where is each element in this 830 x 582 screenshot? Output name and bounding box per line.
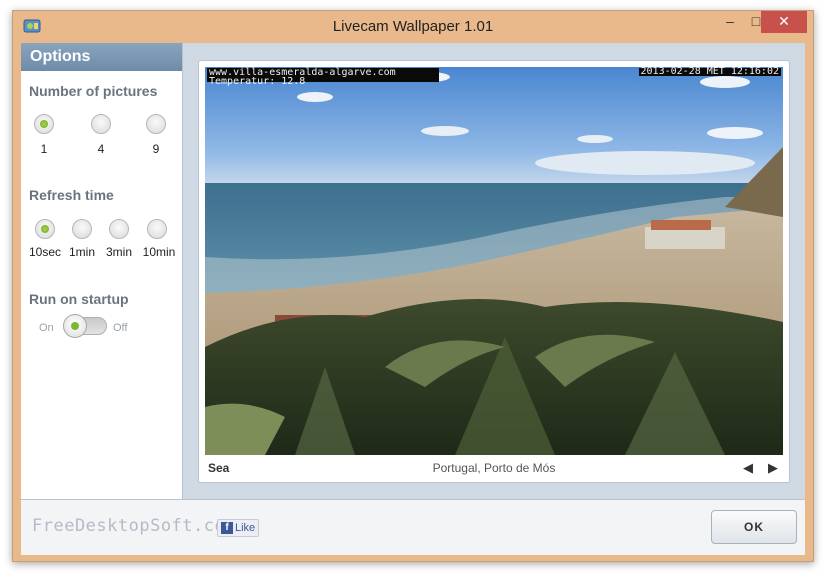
radio-pictures-1[interactable] — [34, 114, 54, 134]
radio-refresh-10sec[interactable] — [35, 219, 55, 239]
webcam-image: www.villa-esmeralda-algarve.com Temperat… — [205, 67, 783, 455]
facebook-like-button[interactable]: f Like — [217, 519, 259, 537]
client-area: Options Number of pictures 1 4 9 Refresh… — [21, 43, 805, 555]
overlay-info: www.villa-esmeralda-algarve.com Temperat… — [207, 68, 439, 87]
radio-pictures-9[interactable] — [146, 114, 166, 134]
startup-toggle[interactable] — [63, 314, 107, 338]
beach-scene — [205, 67, 783, 455]
window-title: Livecam Wallpaper 1.01 — [332, 18, 494, 35]
title-bar[interactable]: Livecam Wallpaper 1.01 – □ ✕ — [13, 11, 813, 43]
minimize-button[interactable]: – — [717, 11, 743, 33]
radio-pictures-4[interactable] — [91, 114, 111, 134]
pictures-title: Number of pictures — [29, 83, 158, 99]
brand-link[interactable]: FreeDesktopSoft.com — [32, 516, 236, 536]
overlay-datetime: 2013-02-28 MET 12:16:02 — [638, 67, 781, 77]
camera-location: Portugal, Porto de Mós — [432, 461, 556, 475]
radio-refresh-1min[interactable] — [72, 219, 92, 239]
ok-button[interactable]: OK — [711, 510, 797, 544]
radio-label: 4 — [97, 142, 105, 156]
options-header: Options — [21, 43, 182, 71]
prev-camera-icon[interactable]: ◀ — [743, 460, 753, 476]
next-camera-icon[interactable]: ▶ — [768, 460, 778, 476]
radio-refresh-10min[interactable] — [147, 219, 167, 239]
bottom-bar: FreeDesktopSoft.com f Like OK — [21, 499, 805, 555]
toggle-on-label: On — [39, 322, 54, 334]
radio-label: 1 — [40, 142, 48, 156]
radio-label: 9 — [152, 142, 160, 156]
close-button[interactable]: ✕ — [761, 11, 807, 33]
toggle-knob[interactable] — [63, 314, 87, 338]
radio-label: 10min — [142, 245, 176, 259]
app-window: Livecam Wallpaper 1.01 – □ ✕ Options Num… — [12, 10, 814, 562]
radio-refresh-3min[interactable] — [109, 219, 129, 239]
toggle-off-label: Off — [113, 322, 128, 334]
radio-label: 3min — [105, 245, 132, 259]
startup-title: Run on startup — [29, 291, 129, 307]
overlay-temperature: Temperatur: 12.8 — [209, 76, 306, 87]
preview-panel: www.villa-esmeralda-algarve.com Temperat… — [198, 60, 790, 483]
refresh-title: Refresh time — [29, 187, 114, 203]
like-label: Like — [235, 522, 256, 534]
facebook-icon: f — [221, 522, 233, 534]
options-sidebar: Options Number of pictures 1 4 9 Refresh… — [21, 43, 183, 499]
